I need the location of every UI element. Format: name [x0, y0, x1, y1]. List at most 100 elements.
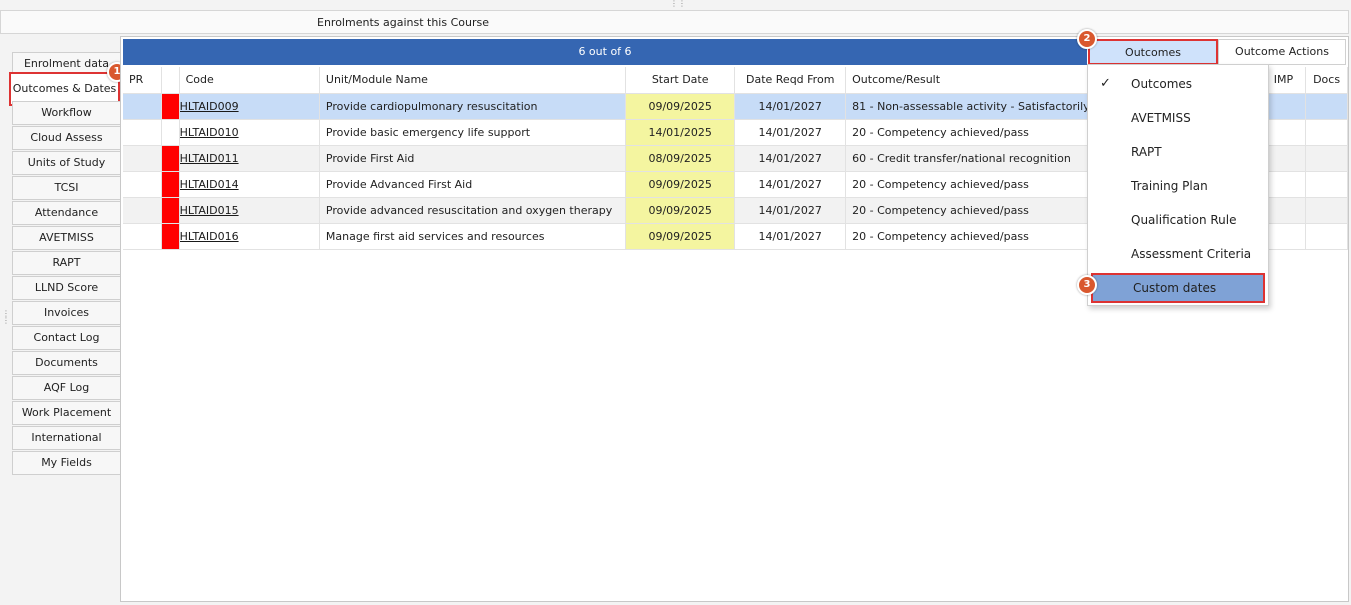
sidebar-item-invoices[interactable]: Invoices	[12, 301, 120, 325]
menu-item-label: RAPT	[1131, 145, 1162, 159]
outcome-cell: 20 - Competency achieved/pass	[845, 119, 1108, 146]
unit-code-link[interactable]: HLTAID014	[180, 178, 239, 191]
outcome-actions-button[interactable]: Outcome Actions	[1218, 39, 1346, 65]
unit-name-cell: Provide First Aid	[319, 145, 627, 172]
pr-cell	[123, 145, 163, 172]
outcome-cell: 20 - Competency achieved/pass	[845, 223, 1108, 250]
status-flag	[161, 197, 180, 224]
pr-cell	[123, 119, 163, 146]
sidebar-item-cloud-assess[interactable]: Cloud Assess	[12, 126, 120, 150]
status-flag	[161, 145, 180, 172]
unit-code-link[interactable]: HLTAID016	[180, 230, 239, 243]
date-reqd-cell: 14/01/2027	[734, 171, 847, 198]
step-badge-2: 2	[1077, 29, 1097, 49]
step-badge-3: 3	[1077, 275, 1097, 295]
pr-cell	[123, 223, 163, 250]
sidebar-item-units-of-study[interactable]: Units of Study	[12, 151, 120, 175]
menu-item-custom-dates[interactable]: Custom dates	[1091, 273, 1265, 303]
splitter-grip-top[interactable]: ⋮⋮	[670, 0, 686, 8]
sidebar-item-llnd-score[interactable]: LLND Score	[12, 276, 120, 300]
sidebar-item-rapt[interactable]: RAPT	[12, 251, 120, 275]
sidebar-item-tcsi[interactable]: TCSI	[12, 176, 120, 200]
column-header-pr[interactable]: PR	[123, 67, 163, 94]
menu-item-rapt[interactable]: RAPT	[1091, 137, 1265, 167]
sidebar-item-my-fields[interactable]: My Fields	[12, 451, 120, 475]
outcomes-view-button[interactable]: Outcomes	[1088, 39, 1218, 65]
outcome-cell: 20 - Competency achieved/pass	[845, 171, 1108, 198]
column-header-outcome-result[interactable]: Outcome/Result	[845, 67, 1108, 94]
code-cell: HLTAID015	[179, 197, 320, 224]
code-cell: HLTAID010	[179, 119, 320, 146]
unit-name-cell: Provide Advanced First Aid	[319, 171, 627, 198]
start-date-cell[interactable]: 09/09/2025	[625, 197, 736, 224]
status-flag	[161, 93, 180, 120]
section-title: Enrolments against this Course	[317, 16, 489, 29]
status-flag	[161, 223, 180, 250]
menu-item-training-plan[interactable]: Training Plan	[1091, 171, 1265, 201]
code-cell: HLTAID009	[179, 93, 320, 120]
code-cell: HLTAID014	[179, 171, 320, 198]
start-date-cell[interactable]: 09/09/2025	[625, 93, 736, 120]
unit-name-cell: Provide cardiopulmonary resuscitation	[319, 93, 627, 120]
outcome-cell: 60 - Credit transfer/national recognitio…	[845, 145, 1108, 172]
status-flag	[161, 171, 180, 198]
column-header-start-date[interactable]: Start Date	[625, 67, 736, 94]
unit-code-link[interactable]: HLTAID009	[180, 100, 239, 113]
unit-name-cell: Provide basic emergency life support	[319, 119, 627, 146]
outcomes-view-menu: ✓ Outcomes AVETMISS RAPT Training Plan Q…	[1087, 64, 1269, 306]
column-header-flag	[161, 67, 180, 94]
sidebar-item-avetmiss[interactable]: AVETMISS	[12, 226, 120, 250]
code-cell: HLTAID011	[179, 145, 320, 172]
sidebar: Enrolment data Outcomes & Dates Workflow…	[0, 36, 122, 605]
start-date-cell[interactable]: 14/01/2025	[625, 119, 736, 146]
docs-cell	[1305, 223, 1348, 250]
date-reqd-cell: 14/01/2027	[734, 145, 847, 172]
sidebar-item-documents[interactable]: Documents	[12, 351, 120, 375]
menu-item-avetmiss[interactable]: AVETMISS	[1091, 103, 1265, 133]
checkmark-icon: ✓	[1100, 76, 1111, 91]
start-date-cell[interactable]: 09/09/2025	[625, 223, 736, 250]
unit-code-link[interactable]: HLTAID010	[180, 126, 239, 139]
pr-cell	[123, 171, 163, 198]
pr-cell	[123, 93, 163, 120]
menu-item-assessment-criteria[interactable]: Assessment Criteria	[1091, 239, 1265, 269]
pr-cell	[123, 197, 163, 224]
menu-item-label: AVETMISS	[1131, 111, 1191, 125]
sidebar-item-international[interactable]: International	[12, 426, 120, 450]
column-header-unit-name[interactable]: Unit/Module Name	[319, 67, 627, 94]
column-header-docs[interactable]: Docs	[1305, 67, 1348, 94]
menu-item-label: Outcomes	[1131, 77, 1193, 91]
sidebar-item-work-placement[interactable]: Work Placement	[12, 401, 120, 425]
start-date-cell[interactable]: 08/09/2025	[625, 145, 736, 172]
unit-code-link[interactable]: HLTAID011	[180, 152, 239, 165]
start-date-cell[interactable]: 09/09/2025	[625, 171, 736, 198]
menu-item-label: Qualification Rule	[1131, 213, 1237, 227]
menu-item-label: Training Plan	[1131, 179, 1208, 193]
column-header-code[interactable]: Code	[179, 67, 320, 94]
sidebar-item-workflow[interactable]: Workflow	[12, 101, 120, 125]
code-cell: HLTAID016	[179, 223, 320, 250]
date-reqd-cell: 14/01/2027	[734, 119, 847, 146]
docs-cell	[1305, 93, 1348, 120]
date-reqd-cell: 14/01/2027	[734, 93, 847, 120]
section-header: Enrolments against this Course	[0, 10, 1349, 34]
unit-name-cell: Provide advanced resuscitation and oxyge…	[319, 197, 627, 224]
unit-name-cell: Manage first aid services and resources	[319, 223, 627, 250]
docs-cell	[1305, 119, 1348, 146]
column-header-date-reqd-from[interactable]: Date Reqd From	[734, 67, 847, 94]
sidebar-item-attendance[interactable]: Attendance	[12, 201, 120, 225]
date-reqd-cell: 14/01/2027	[734, 223, 847, 250]
sidebar-item-contact-log[interactable]: Contact Log	[12, 326, 120, 350]
sidebar-item-aqf-log[interactable]: AQF Log	[12, 376, 120, 400]
menu-item-label: Assessment Criteria	[1131, 247, 1252, 261]
menu-item-qualification-rule[interactable]: Qualification Rule	[1091, 205, 1265, 235]
outcome-cell: 20 - Competency achieved/pass	[845, 197, 1108, 224]
unit-code-link[interactable]: HLTAID015	[180, 204, 239, 217]
record-count-bar: 6 out of 6	[123, 39, 1087, 65]
outcome-cell: 81 - Non-assessable activity - Satisfact…	[845, 93, 1108, 120]
status-flag	[161, 119, 180, 146]
menu-item-label: Custom dates	[1133, 281, 1217, 295]
docs-cell	[1305, 145, 1348, 172]
menu-item-outcomes[interactable]: ✓ Outcomes	[1091, 69, 1265, 99]
date-reqd-cell: 14/01/2027	[734, 197, 847, 224]
